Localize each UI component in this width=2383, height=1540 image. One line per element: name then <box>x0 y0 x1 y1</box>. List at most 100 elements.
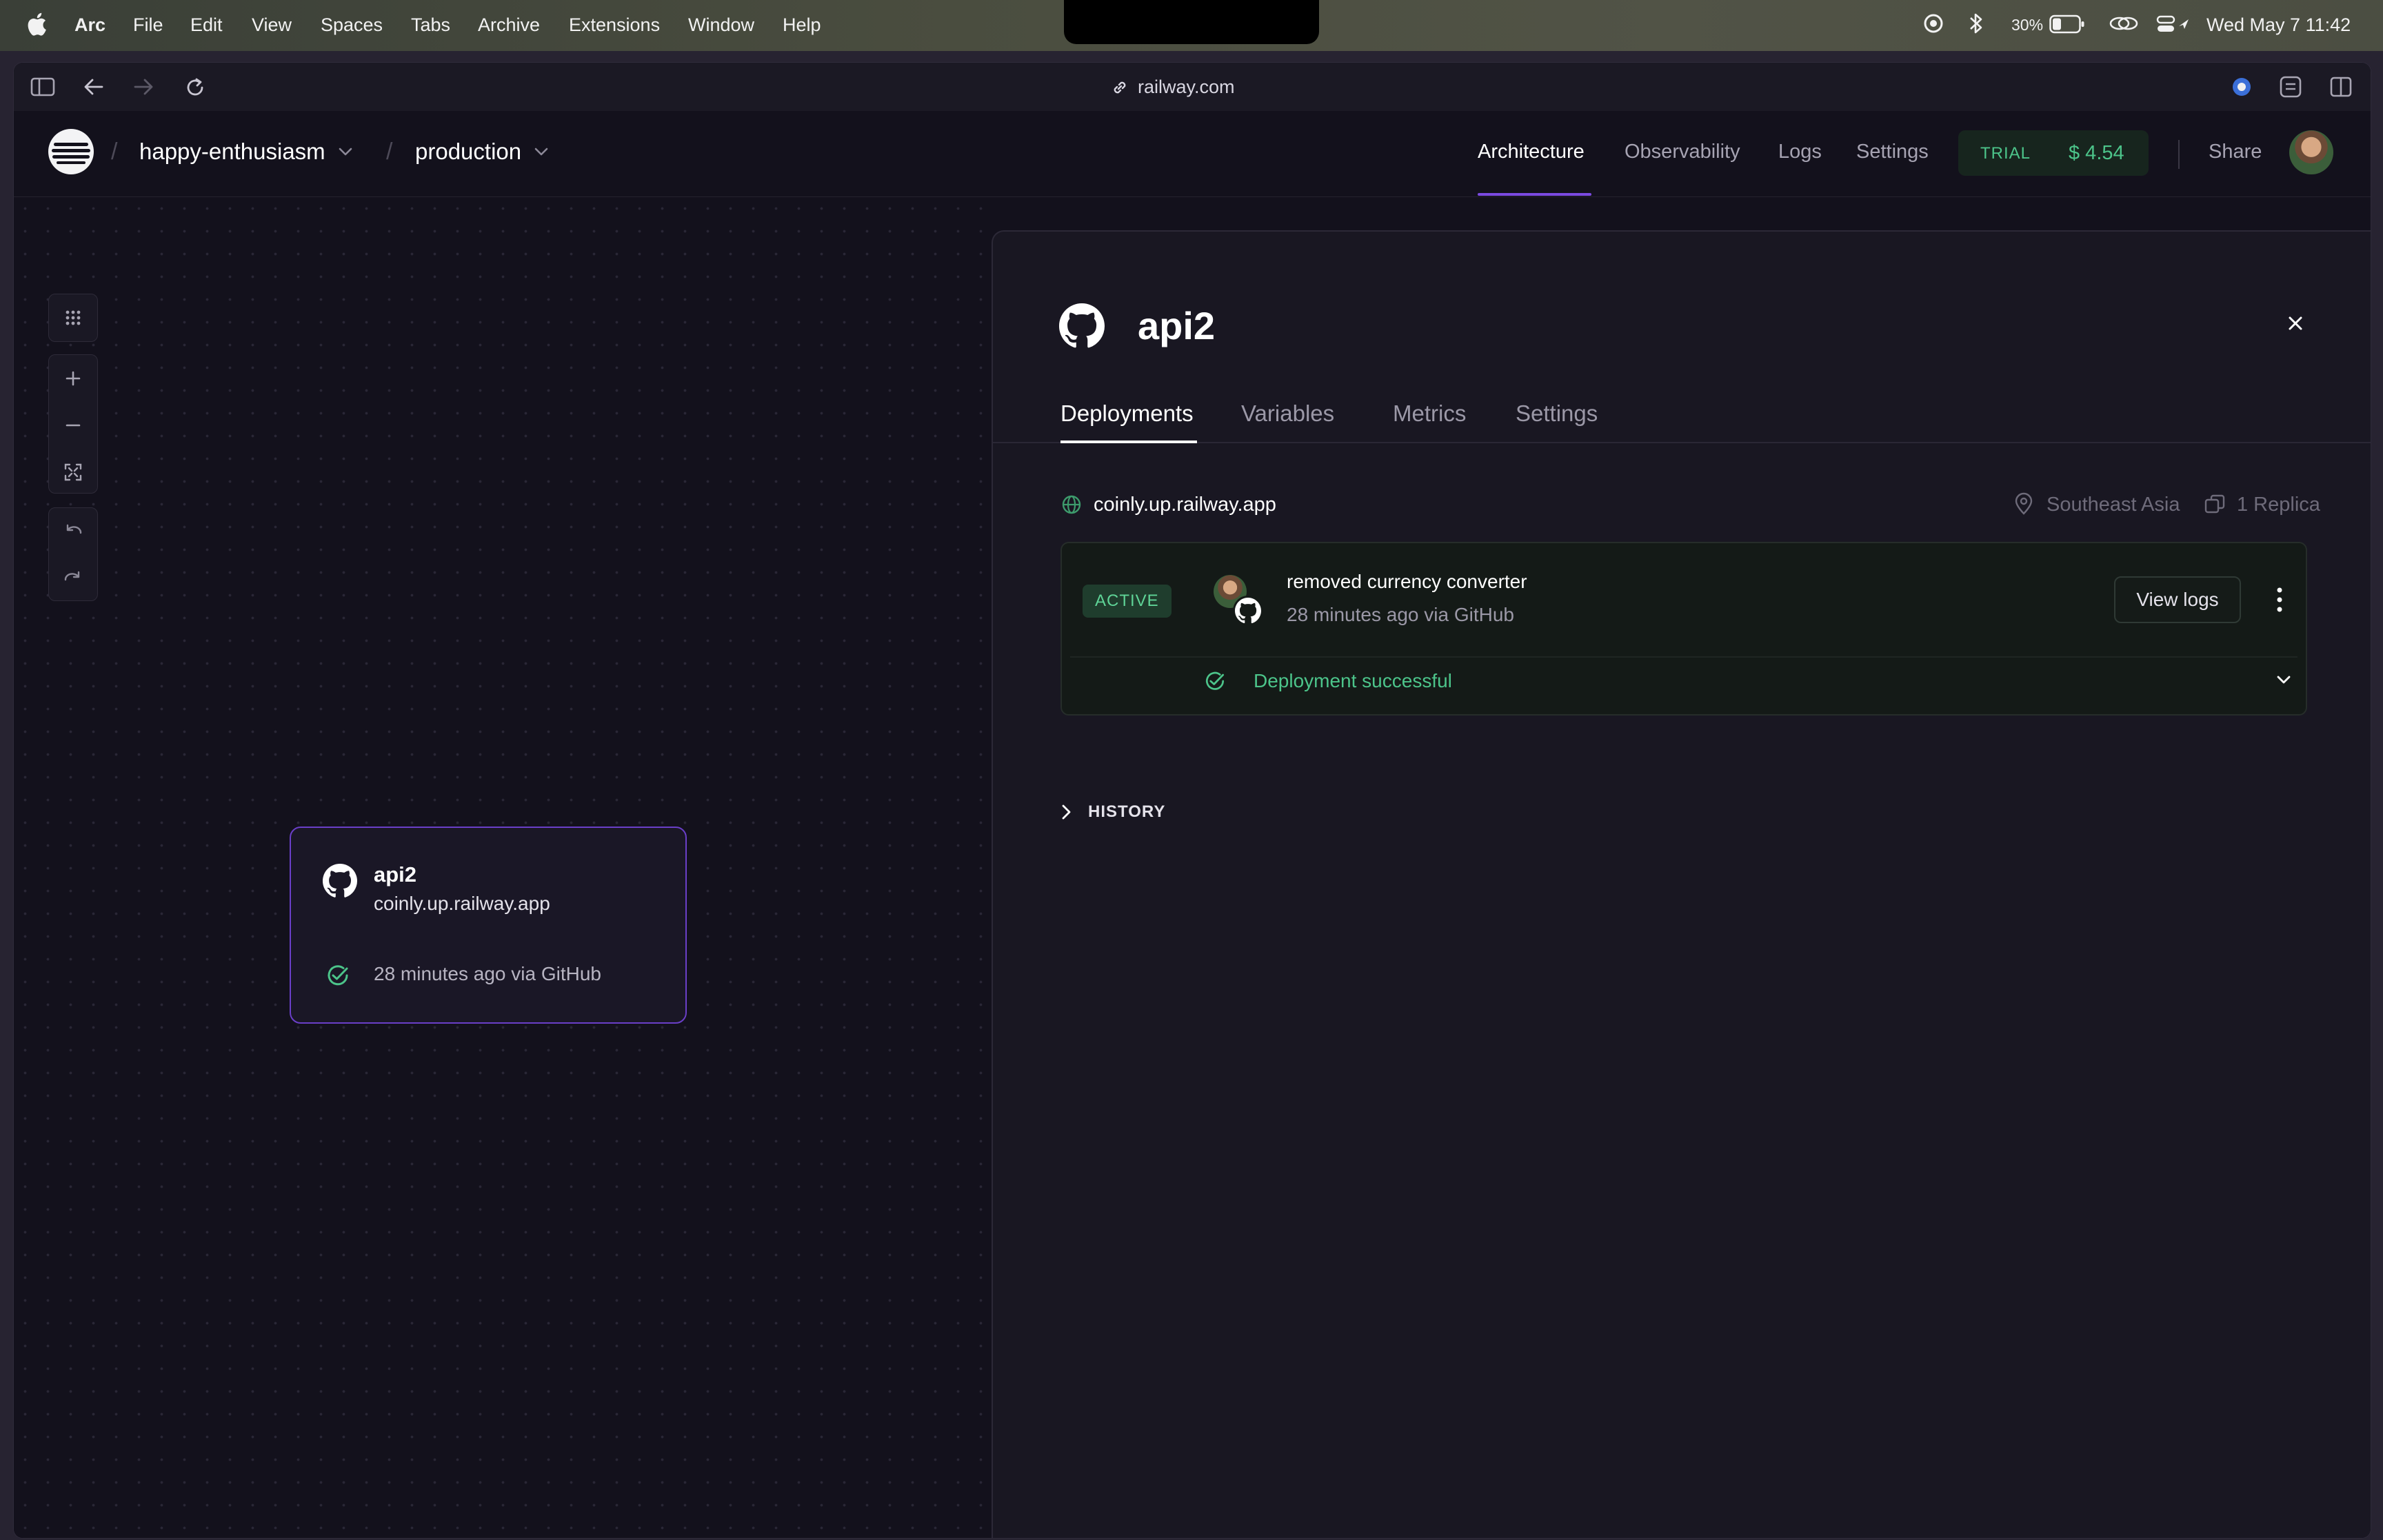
panel-title: api2 <box>1138 304 1216 347</box>
battery-percent: 30% <box>2011 16 2044 34</box>
menu-app-name[interactable]: Arc <box>74 14 105 36</box>
project-selector[interactable]: happy-enthusiasm <box>139 139 353 165</box>
tab-deployments[interactable]: Deployments <box>1060 401 1194 427</box>
environment-selector[interactable]: production <box>415 139 549 165</box>
forward-arrow-icon[interactable] <box>132 77 154 97</box>
control-center-icon[interactable] <box>2155 11 2191 36</box>
globe-icon <box>1062 495 1081 514</box>
menu-window[interactable]: Window <box>688 14 754 36</box>
service-name: api2 <box>374 862 417 886</box>
region-label: Southeast Asia <box>2047 494 2180 516</box>
zoom-out-icon[interactable] <box>61 413 86 438</box>
history-toggle[interactable]: HISTORY <box>1060 802 1165 822</box>
service-card-api2[interactable]: api2 coinly.up.railway.app 28 minutes ag… <box>290 827 687 1024</box>
service-detail-panel: api2 Deployments Variables Metrics Setti… <box>992 230 2371 1538</box>
replica-icon <box>2204 494 2225 514</box>
tab-metrics[interactable]: Metrics <box>1393 401 1466 427</box>
share-button[interactable]: Share <box>2209 141 2262 163</box>
grid-icon[interactable] <box>61 305 86 330</box>
arc-status-icon[interactable] <box>1921 11 1946 36</box>
history-label: HISTORY <box>1088 802 1166 821</box>
battery-icon[interactable] <box>2049 14 2085 34</box>
reload-icon[interactable] <box>184 77 206 99</box>
railway-logo[interactable] <box>48 129 94 174</box>
menubar-clock[interactable]: Wed May 7 11:42 <box>2206 14 2351 36</box>
github-icon <box>1059 303 1105 348</box>
menu-tabs[interactable]: Tabs <box>411 14 450 36</box>
extension-icon[interactable] <box>2230 75 2253 99</box>
project-name: happy-enthusiasm <box>139 139 325 164</box>
breadcrumb-separator: / <box>111 139 118 165</box>
fit-view-icon[interactable] <box>61 460 86 485</box>
github-badge <box>1233 596 1263 626</box>
browser-toolbar: railway.com <box>14 63 2371 111</box>
bluetooth-icon[interactable] <box>1967 11 1985 36</box>
trial-amount: $ 4.54 <box>2069 142 2124 164</box>
replica-count: 1 Replica <box>2237 494 2320 516</box>
nav-tab-observability[interactable]: Observability <box>1625 141 1740 163</box>
canvas-toolbar-grid <box>48 294 98 342</box>
service-domain-link[interactable]: coinly.up.railway.app <box>1094 494 1276 516</box>
canvas-toolbar-history <box>48 507 98 601</box>
project-header: / happy-enthusiasm / production Architec… <box>14 111 2371 197</box>
url-text: railway.com <box>1138 77 1235 97</box>
tab-settings[interactable]: Settings <box>1516 401 1598 427</box>
tab-divider <box>993 442 2371 443</box>
header-divider <box>2178 140 2180 169</box>
deployment-divider <box>1070 656 2297 658</box>
breadcrumb-separator: / <box>386 139 393 165</box>
view-logs-button[interactable]: View logs <box>2114 576 2241 623</box>
trial-usage-badge[interactable]: TRIAL $ 4.54 <box>1958 130 2149 176</box>
redo-icon[interactable] <box>61 566 86 591</box>
architecture-canvas[interactable]: api2 coinly.up.railway.app 28 minutes ag… <box>14 197 992 1538</box>
view-logs-label: View logs <box>2136 589 2219 610</box>
active-panel-tab-indicator <box>1060 440 1197 443</box>
menu-bar: Arc File Edit View Spaces Tabs Archive E… <box>0 0 2383 51</box>
more-options-icon[interactable] <box>2275 586 2284 614</box>
sidebar-toggle-icon[interactable] <box>30 77 55 97</box>
location-pin-icon <box>2015 492 2033 515</box>
user-avatar[interactable] <box>2289 130 2333 174</box>
nav-tab-architecture[interactable]: Architecture <box>1478 141 1585 163</box>
menu-spaces[interactable]: Spaces <box>321 14 383 36</box>
trial-label: TRIAL <box>1980 144 2031 163</box>
success-check-icon <box>1205 671 1225 690</box>
screen-mirroring-icon[interactable] <box>2108 11 2140 36</box>
service-status: 28 minutes ago via GitHub <box>374 963 601 984</box>
success-check-icon <box>328 965 348 986</box>
canvas-toolbar-zoom <box>48 354 98 494</box>
menu-file[interactable]: File <box>133 14 163 36</box>
undo-icon[interactable] <box>61 519 86 544</box>
deployment-meta: 28 minutes ago via GitHub <box>1287 604 1514 625</box>
tab-variables[interactable]: Variables <box>1241 401 1334 427</box>
menu-extensions[interactable]: Extensions <box>569 14 660 36</box>
split-view-icon[interactable] <box>2329 75 2353 99</box>
service-domain: coinly.up.railway.app <box>374 893 550 914</box>
close-icon[interactable] <box>2285 313 2306 334</box>
nav-tab-logs[interactable]: Logs <box>1778 141 1822 163</box>
deployment-status: Deployment successful <box>1254 670 1452 691</box>
link-icon <box>1114 81 1126 93</box>
github-icon <box>323 864 357 898</box>
menu-view[interactable]: View <box>252 14 292 36</box>
back-arrow-icon[interactable] <box>83 77 105 97</box>
nav-tab-settings[interactable]: Settings <box>1856 141 1929 163</box>
menu-edit[interactable]: Edit <box>190 14 223 36</box>
apple-menu-icon[interactable] <box>26 12 47 36</box>
menu-archive[interactable]: Archive <box>478 14 540 36</box>
browser-window: railway.com / happy-enthusiasm / product… <box>13 62 2371 1539</box>
url-bar[interactable]: railway.com <box>1110 77 1235 98</box>
capture-icon[interactable] <box>2279 75 2302 99</box>
camera-notch <box>1064 0 1319 44</box>
github-icon <box>1235 598 1261 624</box>
commit-message: removed currency converter <box>1287 571 1527 592</box>
chevron-down-icon <box>534 148 548 156</box>
active-tab-indicator <box>1478 193 1591 196</box>
deployment-card[interactable]: ACTIVE removed currency converter 28 min… <box>1060 542 2307 716</box>
environment-name: production <box>415 139 522 164</box>
menu-help[interactable]: Help <box>783 14 821 36</box>
chevron-down-icon[interactable] <box>2275 674 2292 685</box>
status-badge: ACTIVE <box>1083 585 1172 618</box>
chevron-down-icon <box>339 148 352 156</box>
zoom-in-icon[interactable] <box>61 366 86 391</box>
